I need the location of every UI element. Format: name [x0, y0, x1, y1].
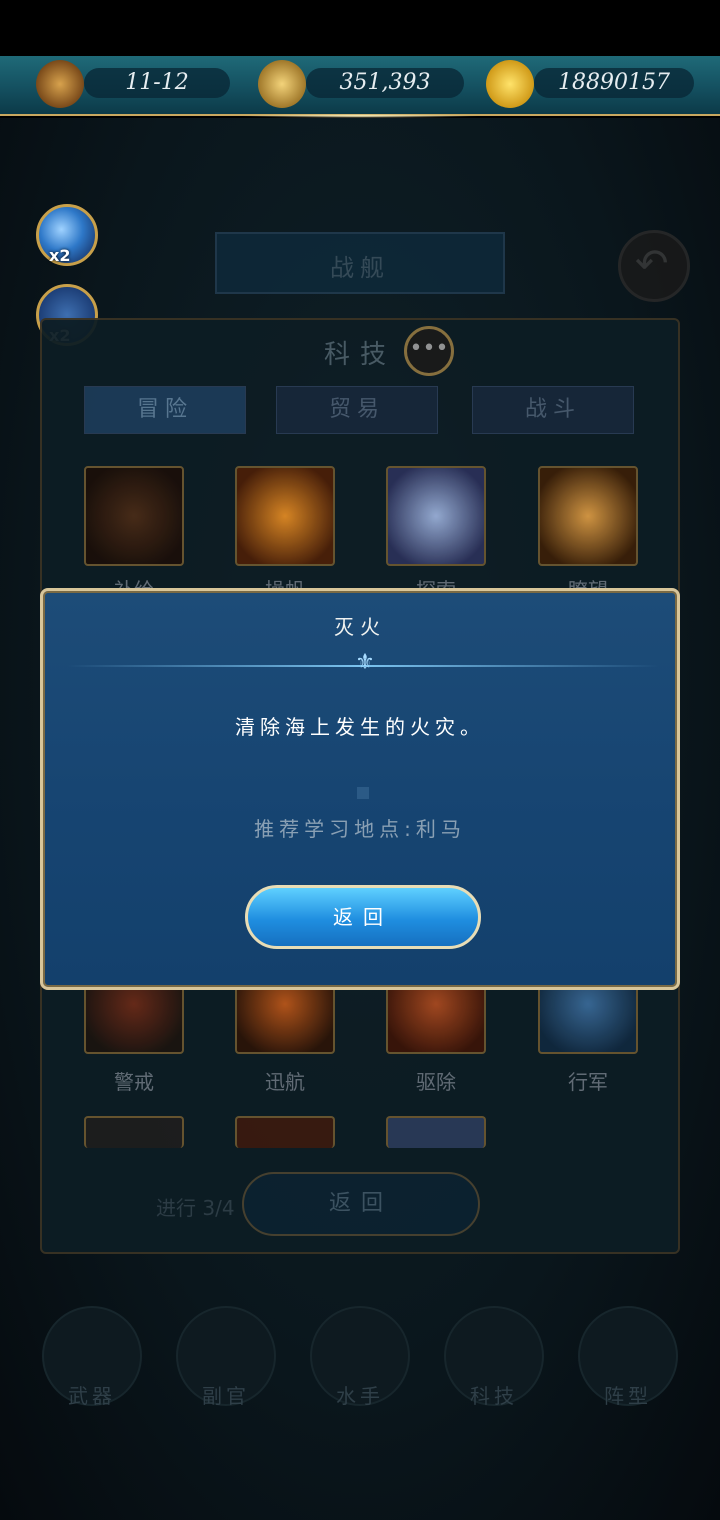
tab-trade[interactable]: 贸易 — [276, 386, 438, 434]
chat-icon[interactable]: ••• — [404, 326, 454, 376]
locked-skill-icon[interactable] — [84, 1116, 184, 1148]
modal-title: 灭火 — [334, 615, 386, 639]
bottle-icon[interactable] — [84, 466, 184, 566]
nav-label: 武器 — [68, 1384, 116, 1408]
modal-description: 清除海上发生的火灾。 — [235, 715, 485, 739]
ship-banner: 战舰 — [215, 232, 505, 294]
compass-icon — [258, 60, 306, 108]
nav-label: 水手 — [336, 1384, 384, 1408]
anchor-coin-icon — [486, 60, 534, 108]
nav-label: 副官 — [202, 1384, 250, 1408]
back-arrow-icon: ↶ — [635, 241, 669, 287]
skill-label: 行军 — [568, 1070, 608, 1094]
skill-detail-modal: 灭火 ⚜ 清除海上发生的火灾。 推荐学习地点:利马 返回 — [40, 588, 680, 990]
spyglass-icon[interactable] — [538, 466, 638, 566]
exploration-value: 351,393 — [306, 68, 464, 98]
placeholder-icon — [357, 787, 369, 799]
hourglass-icon — [36, 60, 84, 108]
skill-label: 迅航 — [265, 1070, 305, 1094]
locked-skill-icon[interactable] — [235, 1116, 335, 1148]
status-bar — [0, 0, 720, 58]
progress-text: 进行 3/4 — [156, 1196, 235, 1220]
nav-label: 阵型 — [604, 1384, 652, 1408]
back-arrow-button[interactable]: ↶ — [618, 230, 690, 302]
multiplier-label: x2 — [49, 246, 71, 265]
skill-label: 驱除 — [416, 1070, 456, 1094]
modal-back-button[interactable]: 返回 — [245, 885, 481, 949]
ornament-icon: ⚜ — [355, 650, 375, 675]
tab-battle[interactable]: 战斗 — [472, 386, 634, 434]
magnifier-icon[interactable]: x2 — [36, 204, 98, 266]
tab-adventure[interactable]: 冒险 — [84, 386, 246, 434]
nav-label: 科技 — [470, 1384, 518, 1408]
gold-value: 18890157 — [534, 68, 694, 98]
banner-title: 战舰 — [330, 254, 390, 282]
modal-location: 推荐学习地点:利马 — [254, 817, 466, 841]
ship-icon[interactable] — [235, 466, 335, 566]
time-value: 11-12 — [84, 68, 230, 98]
panel-title: 科技 — [323, 340, 396, 370]
panel-back-button[interactable]: 返回 — [242, 1172, 480, 1236]
book-icon[interactable] — [386, 466, 486, 566]
resource-bar: 11-12 351,393 18890157 — [0, 56, 720, 118]
locked-skill-icon[interactable] — [386, 1116, 486, 1148]
skill-label: 警戒 — [114, 1070, 154, 1094]
